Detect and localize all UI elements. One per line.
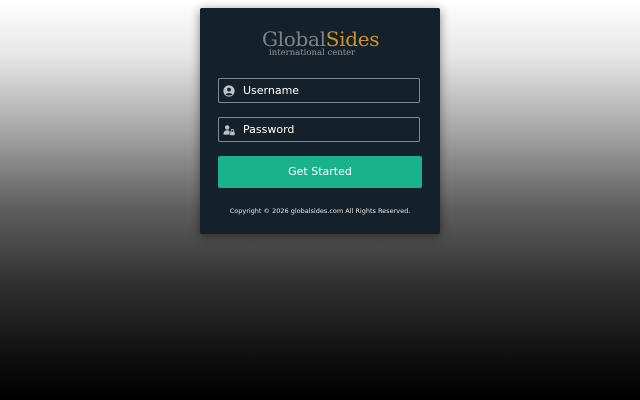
user-lock-icon xyxy=(223,125,235,136)
copyright-text: Copyright © 2026 globalsides.com All Rig… xyxy=(229,207,411,215)
logo-tagline: international center xyxy=(269,48,356,58)
password-field[interactable] xyxy=(218,117,420,142)
username-field[interactable] xyxy=(218,78,420,103)
login-card: GlobalSides international center Get Sta… xyxy=(200,8,440,234)
user-circle-icon xyxy=(223,85,235,97)
brand-logo: GlobalSides international center xyxy=(200,26,440,62)
get-started-button[interactable]: Get Started xyxy=(218,156,422,188)
username-input[interactable] xyxy=(243,79,415,102)
password-input[interactable] xyxy=(243,118,415,141)
